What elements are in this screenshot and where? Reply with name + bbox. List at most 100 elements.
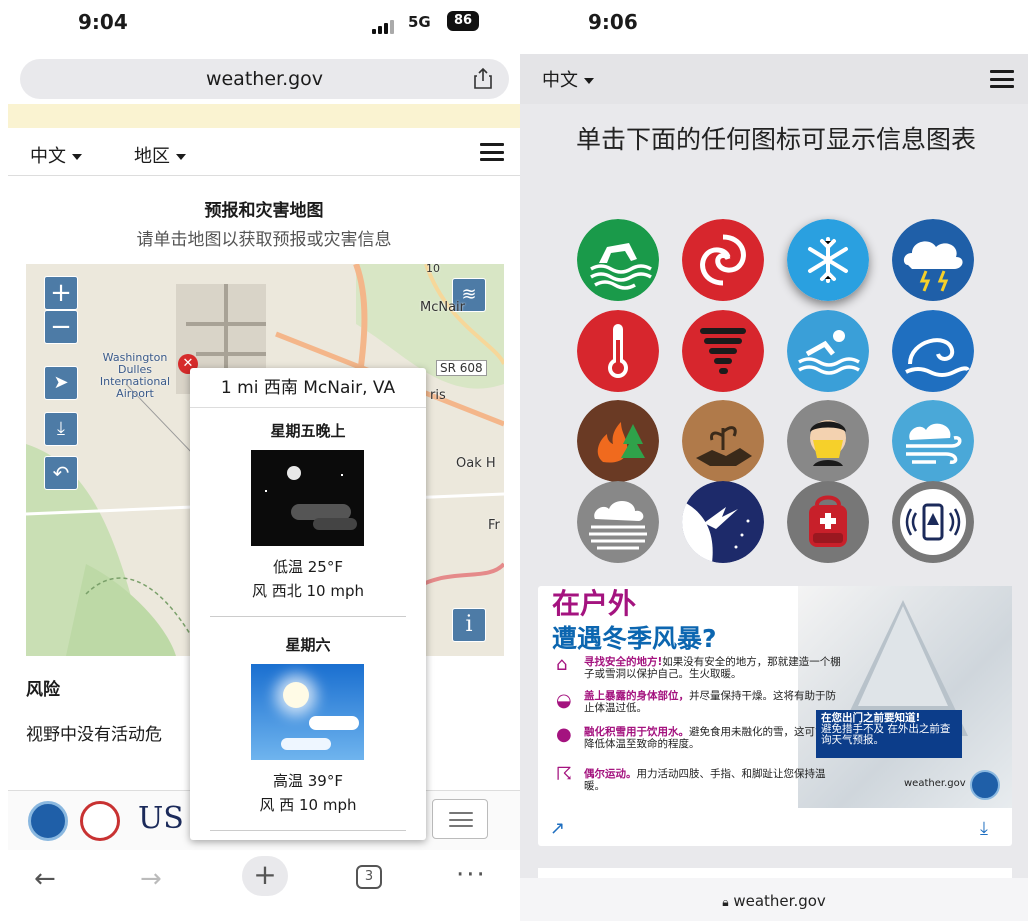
url-text: weather.gov bbox=[205, 68, 324, 90]
language-dropdown[interactable]: 中文 bbox=[542, 66, 594, 92]
infographic-item-2: 盖上暴露的身体部位，并尽量保持干燥。这将有助于防止体温过低。 bbox=[584, 690, 844, 714]
period-name: 星期五晚上 bbox=[270, 422, 346, 440]
thunderstorm-icon[interactable] bbox=[892, 219, 974, 301]
noaa-logo-icon[interactable] bbox=[28, 801, 68, 841]
callout-text: 避免措手不及 在外出之前查询天气预报。 bbox=[821, 723, 951, 746]
zoom-in-button[interactable]: + bbox=[44, 276, 78, 310]
menu-icon[interactable] bbox=[480, 143, 504, 161]
map-subtitle: 请单击地图以获取预报或灾害信息 bbox=[136, 230, 392, 250]
tabs-button[interactable]: 3 bbox=[356, 865, 382, 889]
language-label: 中文 bbox=[542, 70, 578, 91]
chevron-down-icon bbox=[584, 78, 594, 84]
heat-thermometer-icon[interactable] bbox=[577, 310, 659, 392]
risk-heading: 风险 bbox=[26, 680, 60, 700]
open-external-icon[interactable]: ↗ bbox=[550, 818, 565, 839]
popup-location: 1 mi 西南 McNair, VA bbox=[190, 368, 426, 408]
infographic-title-line2: 遭遇冬季风暴? bbox=[552, 624, 717, 653]
status-time: 9:04 bbox=[78, 10, 128, 34]
shelter-icon: ⌂ bbox=[556, 654, 568, 675]
download-icon[interactable]: ⤓ bbox=[980, 818, 988, 839]
language-label: 中文 bbox=[30, 146, 66, 167]
url-text: weather.gov bbox=[733, 892, 826, 910]
item-bold: 融化积雪用于饮用水。 bbox=[584, 726, 689, 738]
map-label-route10: 10 bbox=[426, 264, 440, 275]
map-label-mcnair: McNair bbox=[420, 300, 466, 315]
footer-menu-button[interactable] bbox=[432, 799, 488, 839]
period-wind: 风 西 10 mph bbox=[259, 796, 357, 814]
map-label-ris: ris bbox=[430, 388, 446, 403]
alert-banner[interactable] bbox=[8, 104, 520, 128]
nws-logo-icon[interactable] bbox=[80, 801, 120, 841]
wind-icon[interactable] bbox=[892, 400, 974, 482]
bottom-url-bar[interactable]: 🔒︎ weather.gov bbox=[520, 878, 1028, 921]
hurricane-icon[interactable] bbox=[682, 219, 764, 301]
snowflake-icon[interactable] bbox=[787, 219, 869, 301]
night-clear-icon bbox=[251, 450, 364, 546]
map-label-fr: Fr bbox=[488, 518, 500, 533]
emergency-kit-icon[interactable] bbox=[787, 481, 869, 563]
hat-icon: ◒ bbox=[556, 690, 572, 711]
next-card-edge bbox=[538, 868, 1012, 878]
site-header: 中文 地区 bbox=[8, 128, 520, 176]
wildfire-icon[interactable] bbox=[577, 400, 659, 482]
map-label-sr608: SR 608 bbox=[436, 360, 487, 376]
space-weather-icon[interactable] bbox=[682, 481, 764, 563]
item-bold: 盖上暴露的身体部位， bbox=[584, 690, 689, 702]
divider bbox=[210, 616, 406, 617]
infographic-callout: 在您出门之前要知道! 避免措手不及 在外出之前查询天气预报。 bbox=[816, 710, 962, 758]
locate-icon[interactable]: ➤ bbox=[44, 366, 78, 400]
left-phone-screen: 9:04 5G 86 weather.gov 中文 地区 预报和灾害地图 请单击… bbox=[0, 0, 520, 921]
signal-bars-icon bbox=[372, 20, 402, 34]
site-header: 中文 bbox=[520, 54, 1028, 104]
period-temp: 高温 39°F bbox=[273, 772, 343, 790]
map-label-airport: Washington Dulles International Airport bbox=[99, 351, 171, 400]
right-phone-screen: 9:06 中文 单击下面的任何图标可显示信息图表 在户外 遭遇冬季风暴? ⌂ 寻… bbox=[520, 0, 1028, 921]
share-icon[interactable] bbox=[473, 67, 493, 89]
wireless-alert-icon[interactable] bbox=[892, 481, 974, 563]
infographic-item-3: 融化积雪用于饮用水。避免食用未融化的雪，这可能会降低体温至致命的程度。 bbox=[584, 726, 844, 750]
water-drop-icon: ● bbox=[556, 724, 572, 745]
map-label-oak: Oak H bbox=[456, 456, 496, 471]
info-icon[interactable]: i bbox=[452, 608, 486, 642]
language-dropdown[interactable]: 中文 bbox=[30, 142, 82, 168]
item-bold: 寻找安全的地方! bbox=[584, 656, 663, 668]
sunny-icon bbox=[251, 664, 364, 760]
more-options-icon[interactable]: ··· bbox=[456, 860, 487, 890]
region-dropdown[interactable]: 地区 bbox=[134, 142, 186, 168]
flood-icon[interactable] bbox=[577, 219, 659, 301]
waves-icon[interactable] bbox=[892, 310, 974, 392]
tornado-icon[interactable] bbox=[682, 310, 764, 392]
item-bold: 偶尔运动。 bbox=[584, 768, 637, 780]
chevron-down-icon bbox=[176, 154, 186, 160]
menu-icon[interactable] bbox=[990, 70, 1014, 88]
period-temp: 低温 25°F bbox=[273, 558, 343, 576]
back-arrow-icon[interactable]: ↶ bbox=[44, 456, 78, 490]
divider bbox=[210, 830, 406, 831]
infographic-item-4: 偶尔运动。用力活动四肢、手指、和脚趾让您保持温暖。 bbox=[584, 768, 844, 792]
download-icon[interactable]: ⤓ bbox=[44, 412, 78, 446]
usa-gov-logo[interactable]: US bbox=[138, 801, 184, 836]
address-bar[interactable]: weather.gov bbox=[20, 59, 509, 99]
region-label: 地区 bbox=[134, 146, 170, 167]
exercise-icon: ☈ bbox=[556, 764, 573, 785]
risk-text: 视野中没有活动危 bbox=[26, 725, 162, 745]
infographic-image[interactable]: 在户外 遭遇冬季风暴? ⌂ 寻找安全的地方!如果没有安全的地方，那就建造一个棚子… bbox=[538, 586, 1012, 808]
zoom-out-button[interactable]: − bbox=[44, 310, 78, 344]
battery-indicator: 86 bbox=[447, 11, 479, 31]
browser-nav-bar: ← → + 3 ··· bbox=[0, 850, 520, 921]
fog-icon[interactable] bbox=[577, 481, 659, 563]
noaa-logo-icon bbox=[970, 770, 1000, 800]
forecast-popup[interactable]: 1 mi 西南 McNair, VA 星期五晚上 低温 25°F 风 西北 10… bbox=[190, 368, 426, 840]
winter-storm-infographic-card[interactable]: 在户外 遭遇冬季风暴? ⌂ 寻找安全的地方!如果没有安全的地方，那就建造一个棚子… bbox=[538, 586, 1012, 846]
swimming-icon[interactable] bbox=[787, 310, 869, 392]
chevron-down-icon bbox=[72, 154, 82, 160]
air-quality-mask-icon[interactable] bbox=[787, 400, 869, 482]
new-tab-icon[interactable]: + bbox=[242, 856, 288, 896]
infographic-item-1: 寻找安全的地方!如果没有安全的地方，那就建造一个棚子或雪洞以保护自己。生火取暖。 bbox=[584, 656, 844, 680]
instruction-text: 单击下面的任何图标可显示信息图表 bbox=[575, 125, 976, 154]
back-icon[interactable]: ← bbox=[34, 864, 56, 894]
forward-icon[interactable]: → bbox=[140, 864, 162, 894]
drought-icon[interactable] bbox=[682, 400, 764, 482]
period-wind: 风 西北 10 mph bbox=[251, 582, 365, 600]
network-type: 5G bbox=[408, 13, 431, 31]
